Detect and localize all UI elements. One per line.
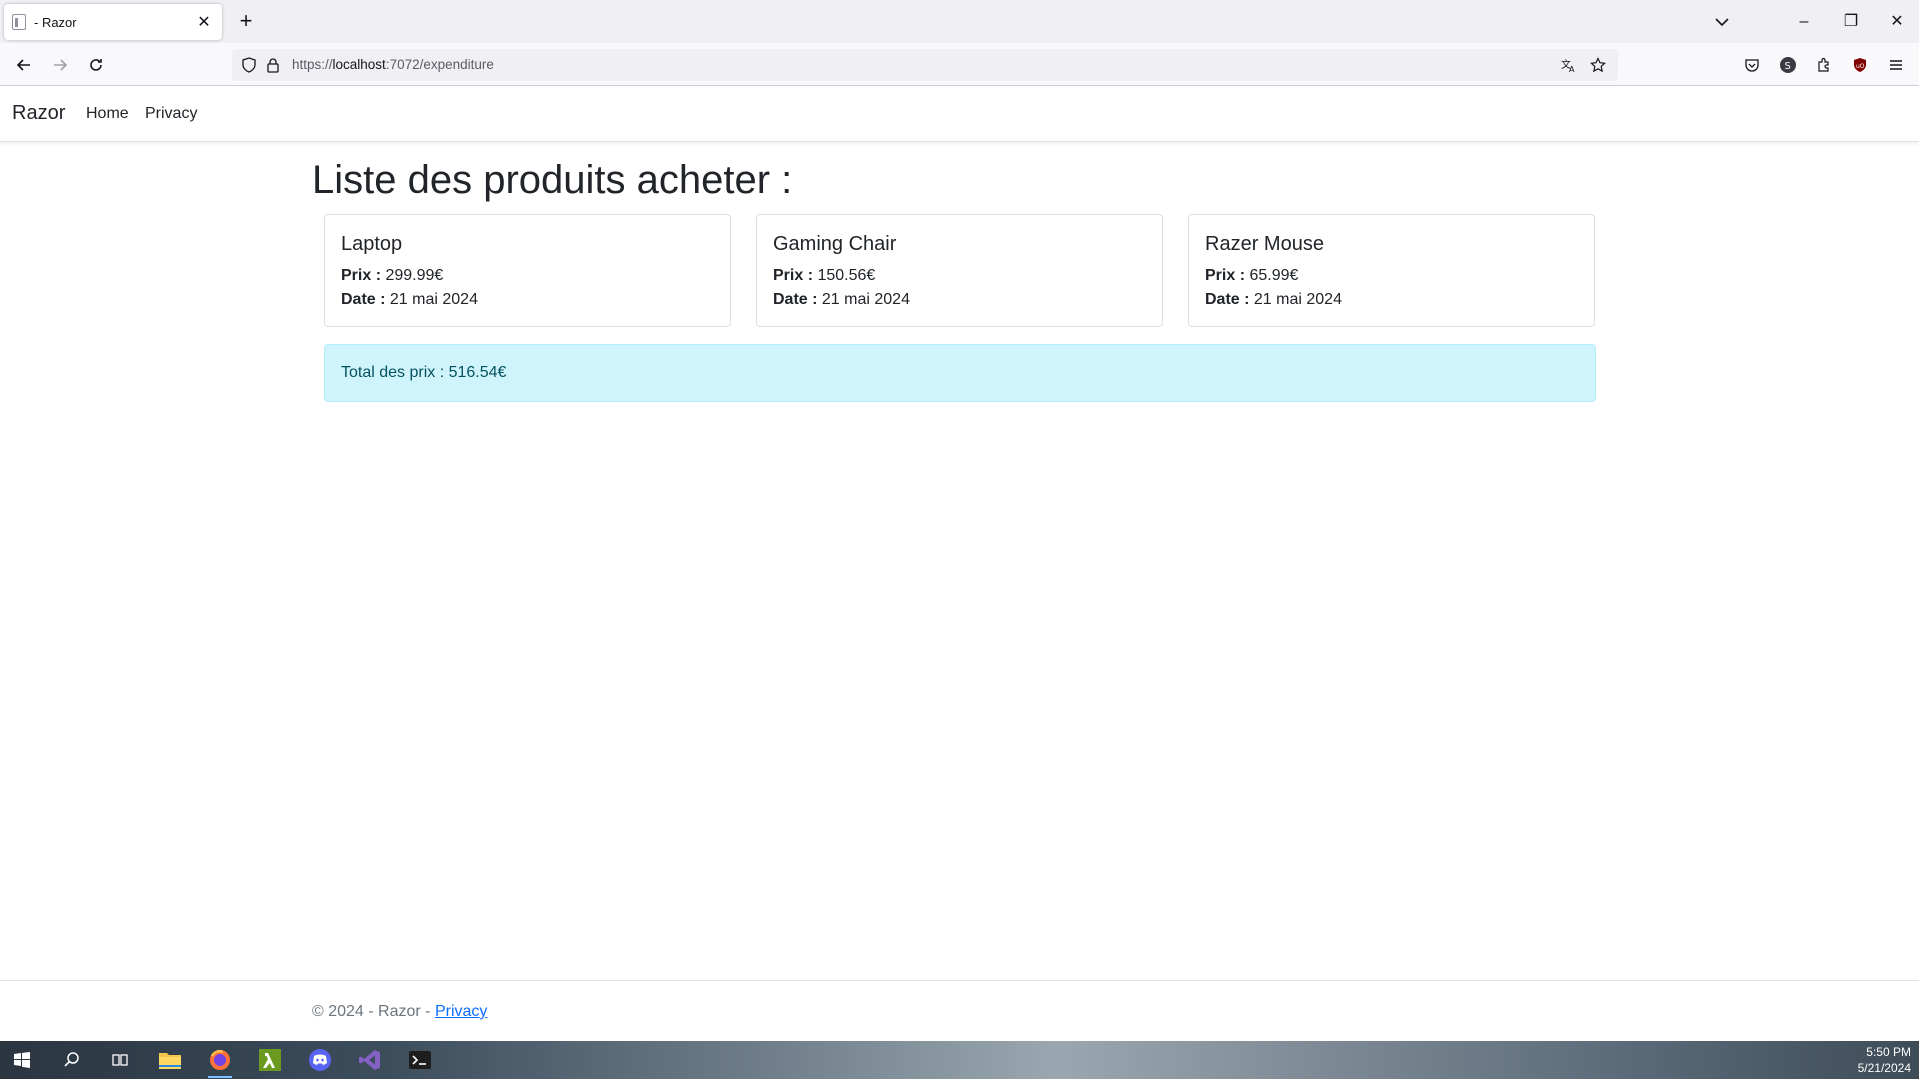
translate-icon[interactable]: 文A (1560, 56, 1578, 74)
footer-text: © 2024 - Razor - Privacy (312, 1003, 487, 1021)
arrow-left-icon (16, 59, 30, 71)
product-card: Razer Mouse Prix : 65.99€ Date : 21 mai … (1188, 214, 1595, 327)
hamburger-menu-icon[interactable] (1886, 55, 1906, 75)
footer-privacy-link[interactable]: Privacy (435, 1003, 487, 1020)
browser-tab-strip: - Razor ✕ + – ❐ ✕ (0, 0, 1919, 43)
windows-taskbar: 5:50 PM 5/21/2024 (0, 1041, 1919, 1079)
reload-icon (90, 59, 102, 71)
product-date: Date : 21 mai 2024 (773, 291, 910, 309)
date-value: 21 mai 2024 (817, 291, 910, 308)
account-icon[interactable]: S (1778, 55, 1798, 75)
restore-button[interactable]: ❐ (1831, 8, 1871, 36)
site-navbar: Razor Home Privacy (0, 86, 1919, 142)
total-alert: Total des prix : 516.54€ (324, 344, 1596, 402)
price-value: 65.99€ (1245, 267, 1299, 284)
visual-studio-icon[interactable] (348, 1042, 392, 1078)
date-label: Date : (341, 291, 386, 308)
price-label: Prix : (1205, 267, 1246, 284)
product-date: Date : 21 mai 2024 (341, 291, 478, 309)
discord-icon[interactable] (298, 1042, 342, 1078)
total-text: Total des prix : 516.54€ (341, 364, 507, 381)
price-value: 299.99€ (381, 267, 444, 284)
product-price: Prix : 299.99€ (341, 267, 443, 285)
start-icon[interactable] (0, 1042, 44, 1078)
product-card: Gaming Chair Prix : 150.56€ Date : 21 ma… (756, 214, 1163, 327)
extensions-icon[interactable] (1814, 55, 1834, 75)
svg-text:S: S (1785, 61, 1791, 72)
terminal-icon[interactable] (398, 1042, 442, 1078)
minimize-button[interactable]: – (1784, 8, 1824, 36)
url-text[interactable]: https://localhost:7072/expenditure (292, 57, 494, 72)
file-explorer-icon[interactable] (148, 1042, 192, 1078)
tab-title: - Razor (34, 14, 77, 30)
browser-tab[interactable]: - Razor ✕ (4, 4, 222, 40)
product-card: Laptop Prix : 299.99€ Date : 21 mai 2024 (324, 214, 731, 327)
price-label: Prix : (341, 267, 382, 284)
lock-icon[interactable] (264, 56, 282, 74)
date-value: 21 mai 2024 (385, 291, 478, 308)
svg-text:A: A (1569, 65, 1575, 73)
product-name: Razer Mouse (1205, 233, 1324, 255)
url-prefix: https:// (292, 57, 333, 72)
page-favicon-icon (12, 14, 26, 30)
close-window-button[interactable]: ✕ (1877, 8, 1917, 36)
forward-button[interactable] (46, 51, 74, 79)
url-path: :7072/expenditure (385, 57, 494, 72)
clock-date: 5/21/2024 (1857, 1061, 1911, 1075)
svg-text:uO: uO (1856, 63, 1865, 70)
bookmark-star-icon[interactable] (1589, 56, 1607, 74)
url-host: localhost (332, 57, 386, 72)
date-value: 21 mai 2024 (1249, 291, 1342, 308)
product-name: Laptop (341, 233, 403, 255)
ublock-origin-icon[interactable]: uO (1850, 55, 1870, 75)
date-label: Date : (1205, 291, 1250, 308)
copyright-text: © 2024 - Razor - (312, 1003, 435, 1020)
reload-button[interactable] (82, 51, 110, 79)
price-label: Prix : (773, 267, 814, 284)
date-label: Date : (773, 291, 818, 308)
chevron-down-icon (1715, 18, 1729, 27)
arrow-right-icon (54, 59, 68, 71)
list-all-tabs-button[interactable] (1710, 10, 1734, 34)
site-footer: © 2024 - Razor - Privacy (0, 980, 1919, 1042)
page-title: Liste des produits acheter : (312, 158, 793, 202)
url-bar[interactable]: https://localhost:7072/expenditure 文A (232, 49, 1618, 81)
tab-close-icon[interactable]: ✕ (192, 12, 216, 32)
clock-time: 5:50 PM (1866, 1045, 1911, 1059)
nav-link-privacy[interactable]: Privacy (145, 105, 197, 123)
site-brand-link[interactable]: Razor (12, 102, 65, 125)
back-button[interactable] (10, 51, 38, 79)
price-value: 150.56€ (813, 267, 876, 284)
product-price: Prix : 150.56€ (773, 267, 875, 285)
new-tab-button[interactable]: + (234, 9, 258, 33)
firefox-icon[interactable] (198, 1042, 242, 1078)
product-name: Gaming Chair (773, 233, 897, 255)
nav-link-home[interactable]: Home (86, 105, 129, 123)
product-price: Prix : 65.99€ (1205, 267, 1298, 285)
pocket-icon[interactable] (1742, 55, 1762, 75)
search-icon[interactable] (50, 1042, 94, 1078)
shield-icon[interactable] (240, 56, 258, 74)
system-clock[interactable]: 5:50 PM 5/21/2024 (1858, 1044, 1911, 1076)
lambda-app-icon[interactable] (248, 1042, 292, 1078)
task-view-icon[interactable] (98, 1042, 142, 1078)
browser-nav-bar: https://localhost:7072/expenditure 文A S … (0, 43, 1919, 86)
product-date: Date : 21 mai 2024 (1205, 291, 1342, 309)
